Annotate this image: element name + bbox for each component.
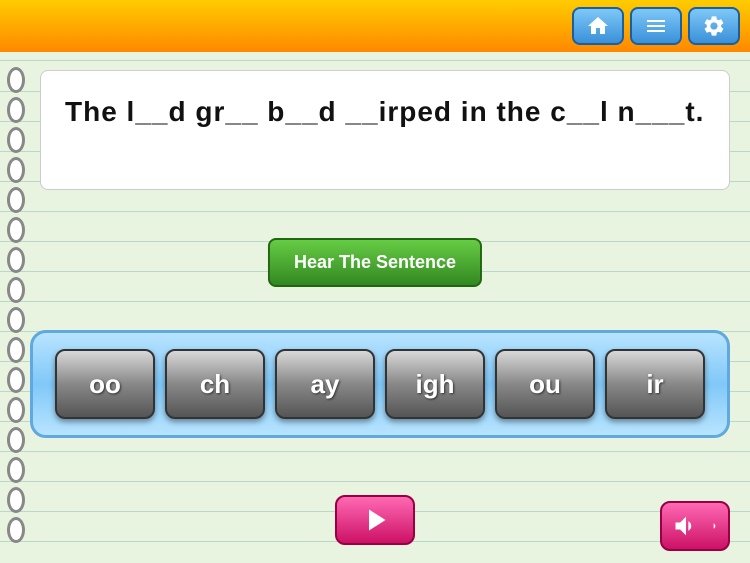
audio-button[interactable] [660, 501, 730, 551]
spiral-hole [7, 127, 25, 153]
tile-ay-label: ay [311, 369, 340, 400]
tile-ch[interactable]: ch [165, 349, 265, 419]
spiral-hole [7, 217, 25, 243]
hear-sentence-button[interactable]: Hear The Sentence [268, 238, 482, 287]
tile-ir[interactable]: ir [605, 349, 705, 419]
home-button[interactable] [572, 7, 624, 45]
spiral-hole [7, 367, 25, 393]
spiral-hole [7, 487, 25, 513]
tile-ou-label: ou [529, 369, 561, 400]
spiral-hole [7, 307, 25, 333]
sentence-text: The l__d gr__ b__d __irped in the c__l n… [65, 91, 705, 133]
top-bar [0, 0, 750, 52]
tile-ch-label: ch [200, 369, 230, 400]
spiral-hole [7, 337, 25, 363]
spiral-hole [7, 397, 25, 423]
tiles-container: oo ch ay igh ou ir [30, 330, 730, 438]
spiral-hole [7, 157, 25, 183]
tile-igh[interactable]: igh [385, 349, 485, 419]
tile-ay[interactable]: ay [275, 349, 375, 419]
next-button[interactable] [335, 495, 415, 545]
settings-button[interactable] [688, 7, 740, 45]
tile-oo[interactable]: oo [55, 349, 155, 419]
tile-oo-label: oo [89, 369, 121, 400]
spiral-hole [7, 187, 25, 213]
spiral-hole [7, 67, 25, 93]
spiral-hole [7, 427, 25, 453]
spiral-hole [7, 97, 25, 123]
spiral-binding [0, 52, 32, 563]
tile-igh-label: igh [416, 369, 455, 400]
tile-ir-label: ir [646, 369, 663, 400]
spiral-hole [7, 517, 25, 543]
spiral-hole [7, 247, 25, 273]
spiral-hole [7, 277, 25, 303]
sentence-card: The l__d gr__ b__d __irped in the c__l n… [40, 70, 730, 190]
tile-ou[interactable]: ou [495, 349, 595, 419]
spiral-hole [7, 457, 25, 483]
menu-button[interactable] [630, 7, 682, 45]
